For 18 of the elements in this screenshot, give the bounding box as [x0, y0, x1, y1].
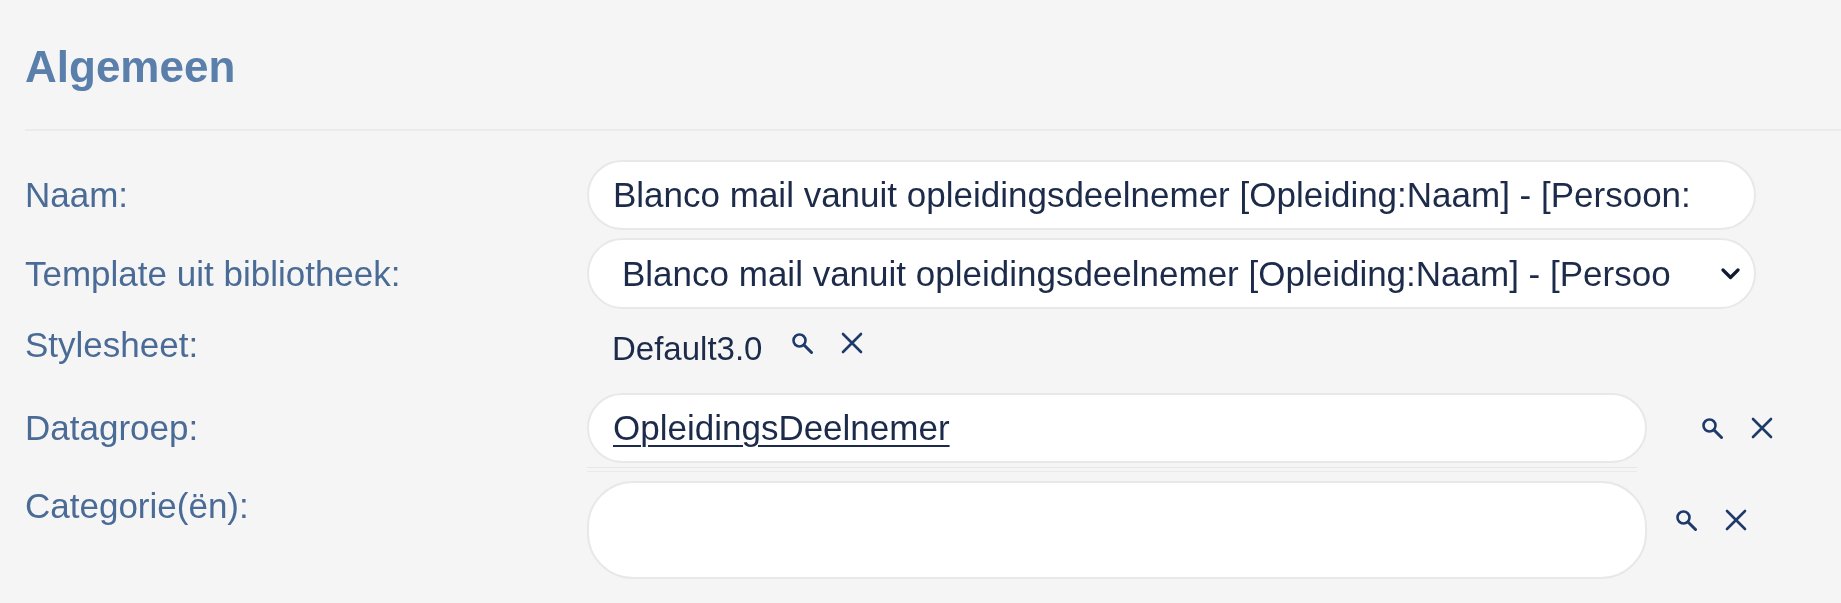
- field-label: Stylesheet:: [25, 324, 200, 366]
- datagroup-link[interactable]: OpleidingsDeelnemer: [613, 408, 950, 448]
- field-label: Datagroep:: [25, 407, 200, 449]
- field-label: Naam:: [25, 174, 130, 216]
- chevron-down-icon: [1721, 267, 1740, 280]
- lookup-field[interactable]: OpleidingsDeelnemer: [587, 393, 1647, 463]
- close-icon[interactable]: [841, 332, 864, 354]
- template-select[interactable]: Blanco mail vanuit opleidingsdeelnemer [Opleiding:Naam] - [Persoo: [587, 238, 1756, 309]
- search-icon[interactable]: [791, 332, 814, 354]
- close-icon[interactable]: [1751, 417, 1773, 439]
- name-input[interactable]: Blanco mail vanuit opleidingsdeelnemer [Opleiding:Naam] - [Persoon:: [587, 160, 1756, 230]
- stylesheet-value: Default3.0: [612, 330, 763, 368]
- close-icon[interactable]: [1725, 509, 1747, 531]
- field-label: Template uit bibliotheek:: [25, 252, 402, 295]
- section-title: Algemeen: [25, 41, 236, 92]
- search-icon[interactable]: [1675, 509, 1697, 531]
- field-label: Categorie(ën):: [25, 485, 250, 527]
- search-icon[interactable]: [1701, 417, 1723, 439]
